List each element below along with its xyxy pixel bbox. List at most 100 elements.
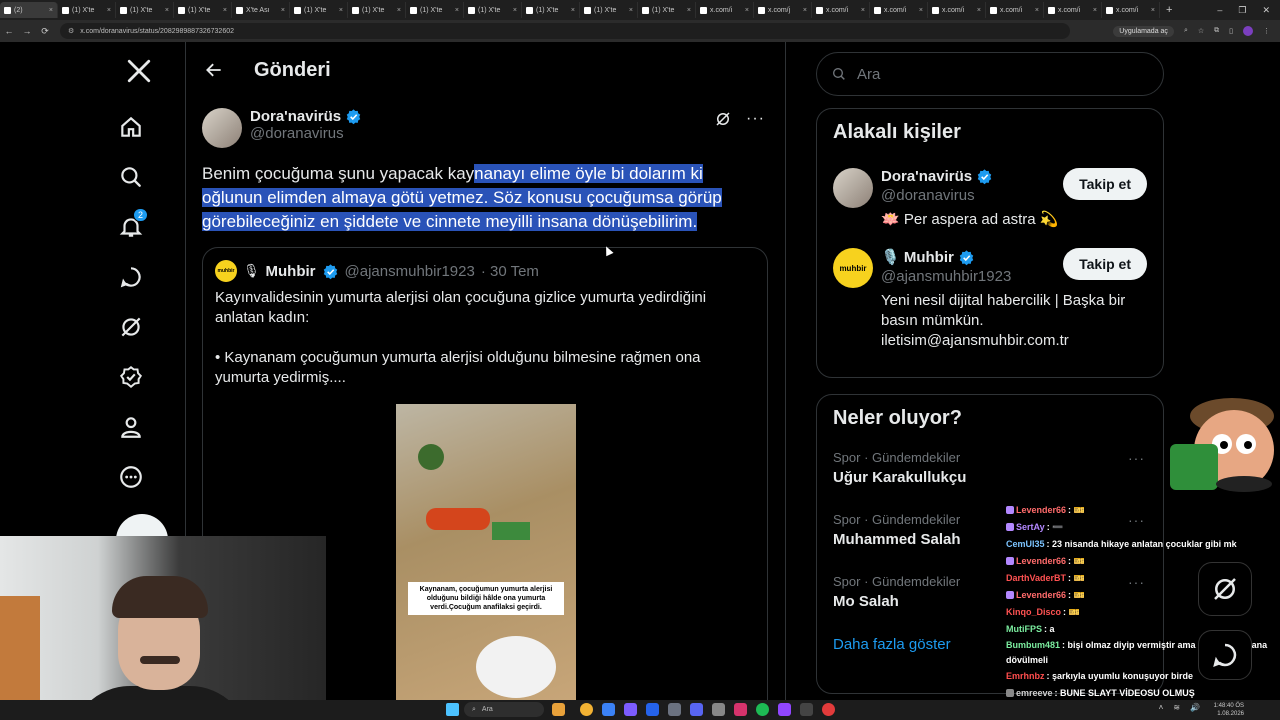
grok-explain-icon[interactable] [714,110,732,128]
browser-tab[interactable]: (1) X'te × [406,2,464,18]
person-avatar[interactable]: muhbir [833,248,873,288]
taskbar-search[interactable]: ⌕ Ara [464,702,544,717]
new-tab-icon[interactable]: + [1166,4,1172,16]
taskbar-app-icon[interactable] [734,703,747,716]
tab-close-icon[interactable]: × [571,7,575,14]
back-icon[interactable]: ← [0,26,18,36]
author-name[interactable]: Dora'navirüs [250,108,341,125]
taskbar-app-icon[interactable] [800,703,813,716]
person-name[interactable]: Dora'navirüs [881,168,972,185]
browser-tab[interactable]: x.com/i × [986,2,1044,18]
tweet-more-icon[interactable]: ··· [746,110,765,128]
taskbar-clock[interactable]: 1:48:40 ÖS 1.08.2026 [1214,702,1244,718]
tab-close-icon[interactable]: × [861,7,865,14]
browser-tab[interactable]: (1) X'te × [58,2,116,18]
author-handle[interactable]: @doranavirus [250,125,362,142]
quote-author-handle[interactable]: @ajansmuhbir1923 [345,263,475,280]
browser-tab[interactable]: (1) X'te × [116,2,174,18]
tab-close-icon[interactable]: × [1035,7,1039,14]
tab-close-icon[interactable]: × [919,7,923,14]
browser-tab[interactable]: x.com/i × [870,2,928,18]
tab-close-icon[interactable]: × [281,7,285,14]
tab-close-icon[interactable]: × [513,7,517,14]
tab-close-icon[interactable]: × [397,7,401,14]
tab-close-icon[interactable]: × [803,7,807,14]
explore-search-icon[interactable] [116,162,146,192]
back-arrow-icon[interactable] [204,60,224,80]
quote-video-thumbnail[interactable]: Kaynanam, çocuğumun yumurta alerjisi old… [396,404,576,700]
related-person[interactable]: Dora'navirüs @doranavirus 🪷 Per aspera a… [817,168,1163,230]
volume-icon[interactable]: 🔊 [1190,703,1200,712]
zoom-icon[interactable]: ⌕ [1184,27,1188,35]
quote-author-name[interactable]: Muhbir [266,263,316,280]
browser-tab[interactable]: x.com/j × [754,2,812,18]
browser-tab[interactable]: x.com/i × [928,2,986,18]
browser-tab[interactable]: (1) X'te × [464,2,522,18]
search-input[interactable]: Ara [816,52,1164,96]
tab-close-icon[interactable]: × [49,7,53,14]
browser-tab[interactable]: (1) X'te × [348,2,406,18]
browser-tab[interactable]: (2) × [0,2,58,18]
grok-floating-button[interactable] [1198,562,1252,616]
messages-floating-button[interactable] [1198,630,1252,680]
browser-menu-icon[interactable]: ⋮ [1263,27,1270,35]
browser-tab[interactable]: x.com/i × [696,2,754,18]
browser-tab[interactable]: (1) X'te × [174,2,232,18]
premium-verified-icon[interactable] [116,362,146,392]
taskbar-app-icon[interactable] [646,703,659,716]
browser-tab[interactable]: (1) X'te × [580,2,638,18]
browser-tab[interactable]: X'te Ası × [232,2,290,18]
browser-tab[interactable]: x.com/i × [812,2,870,18]
person-avatar[interactable] [833,168,873,208]
taskbar-app-icon[interactable] [668,703,681,716]
follow-button[interactable]: Takip et [1063,168,1147,200]
more-options-icon[interactable] [116,462,146,492]
bookmark-star-icon[interactable]: ☆ [1198,27,1204,35]
tab-close-icon[interactable]: × [107,7,111,14]
author-avatar[interactable] [202,108,242,148]
taskbar-app-icon[interactable] [822,703,835,716]
notifications-bell-icon[interactable]: 2 [116,208,148,242]
browser-tab[interactable]: x.com/i × [1044,2,1102,18]
person-name[interactable]: 🎙️ Muhbir [881,248,954,266]
url-field[interactable]: ⚙ x.com/doranavirus/status/2082989887326… [60,23,1070,39]
tab-close-icon[interactable]: × [223,7,227,14]
taskbar-app-icon[interactable] [778,703,791,716]
related-person[interactable]: muhbir 🎙️ Muhbir @ajansmuhbir1923 Yeni n… [817,248,1163,351]
trend-more-icon[interactable]: ··· [1128,450,1145,466]
tab-close-icon[interactable]: × [1151,7,1155,14]
x-logo-icon[interactable] [124,56,154,86]
extensions-icon[interactable]: ⧉ [1214,27,1219,35]
tab-close-icon[interactable]: × [165,7,169,14]
chrome-taskbar-icon[interactable] [580,703,593,716]
taskbar-app-icon[interactable] [602,703,615,716]
wifi-icon[interactable]: ≋ [1173,703,1180,712]
taskbar-app-icon[interactable] [712,703,725,716]
tray-chevron-icon[interactable]: ˄ [1159,703,1164,712]
profile-avatar[interactable] [1243,26,1253,36]
browser-tab[interactable]: (1) X'te × [522,2,580,18]
maximize-icon[interactable]: ❐ [1238,5,1246,16]
windows-start-icon[interactable] [446,703,459,716]
tab-close-icon[interactable]: × [455,7,459,14]
tab-close-icon[interactable]: × [1093,7,1097,14]
forward-icon[interactable]: → [18,26,36,36]
taskbar-app-icon[interactable] [624,703,637,716]
spotify-taskbar-icon[interactable] [756,703,769,716]
open-in-app-button[interactable]: Uygulamada aç [1113,25,1174,37]
tab-close-icon[interactable]: × [687,7,691,14]
tab-close-icon[interactable]: × [977,7,981,14]
home-icon[interactable] [116,112,146,142]
follow-button[interactable]: Takip et [1063,248,1147,280]
minimize-icon[interactable]: – [1217,5,1222,16]
browser-tab[interactable]: (1) X'te × [638,2,696,18]
discord-taskbar-icon[interactable] [690,703,703,716]
taskbar-app-icon[interactable] [552,703,565,716]
browser-tab[interactable]: (1) X'te × [290,2,348,18]
sidebar-toggle-icon[interactable]: ▯ [1229,27,1233,35]
tab-close-icon[interactable]: × [745,7,749,14]
tab-close-icon[interactable]: × [629,7,633,14]
close-window-icon[interactable]: ✕ [1262,5,1270,16]
reload-icon[interactable]: ⟳ [36,26,54,37]
profile-icon[interactable] [116,412,146,442]
